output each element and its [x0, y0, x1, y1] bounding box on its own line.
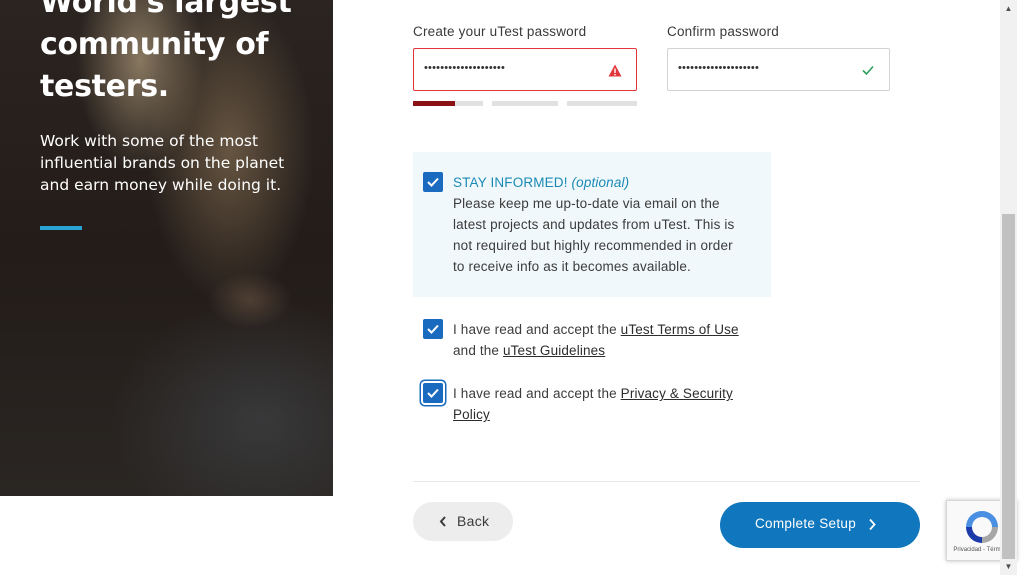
checkmark-icon: [427, 324, 439, 334]
hero-panel: World's largest community of testers. Wo…: [0, 0, 333, 496]
page-scrollbar[interactable]: ▲ ▼: [1000, 0, 1017, 575]
terms-checkbox[interactable]: [423, 319, 443, 339]
privacy-checkbox[interactable]: [423, 383, 443, 403]
password-strength-bar-2: [492, 101, 558, 106]
confirm-password-field[interactable]: ••••••••••••••••••••: [667, 48, 890, 91]
confirm-password-value: ••••••••••••••••••••: [678, 62, 760, 74]
password-strength-bar-3: [567, 101, 637, 106]
stay-informed-checkbox[interactable]: [423, 172, 443, 192]
hero-accent-bar: [40, 226, 82, 230]
scrollbar-thumb[interactable]: [1002, 214, 1015, 559]
password-label: Create your uTest password: [413, 24, 587, 39]
terms-text: I have read and accept the uTest Terms o…: [453, 319, 753, 361]
stay-informed-heading: STAY INFORMED!: [453, 175, 568, 190]
hero-subtitle: Work with some of the most influential b…: [40, 132, 285, 194]
complete-setup-label: Complete Setup: [755, 516, 857, 531]
password-value: ••••••••••••••••••••: [424, 62, 506, 74]
recaptcha-logo-icon: [966, 511, 998, 543]
chevron-right-icon: [869, 518, 876, 531]
checkmark-icon: [427, 177, 439, 187]
complete-setup-button[interactable]: Complete Setup: [720, 502, 920, 548]
checkmark-icon: [427, 388, 439, 398]
confirm-password-label: Confirm password: [667, 24, 779, 39]
stay-informed-text: STAY INFORMED! (optional): [453, 172, 753, 193]
warning-icon: [608, 64, 622, 77]
scroll-up-arrow-icon[interactable]: ▲: [1000, 0, 1017, 17]
terms-prefix: I have read and accept the: [453, 322, 617, 337]
check-icon: [862, 65, 874, 76]
privacy-prefix: I have read and accept the: [453, 386, 617, 401]
scroll-down-arrow-icon[interactable]: ▼: [1000, 558, 1017, 575]
guidelines-link[interactable]: uTest Guidelines: [503, 343, 605, 358]
back-button-label: Back: [457, 513, 490, 529]
stay-informed-description: Please keep me up-to-date via email on t…: [453, 196, 735, 274]
form-divider: [413, 481, 920, 482]
password-field[interactable]: ••••••••••••••••••••: [413, 48, 637, 91]
hero-title: World's largest community of testers.: [40, 0, 292, 104]
chevron-left-icon: [439, 516, 446, 527]
back-button[interactable]: Back: [413, 502, 513, 541]
password-strength-bar-1: [413, 101, 483, 106]
terms-of-use-link[interactable]: uTest Terms of Use: [621, 322, 739, 337]
password-strength-fill: [413, 101, 455, 106]
terms-middle: and the: [453, 343, 500, 358]
privacy-text: I have read and accept the Privacy & Sec…: [453, 383, 748, 425]
optional-label: (optional): [571, 175, 630, 190]
